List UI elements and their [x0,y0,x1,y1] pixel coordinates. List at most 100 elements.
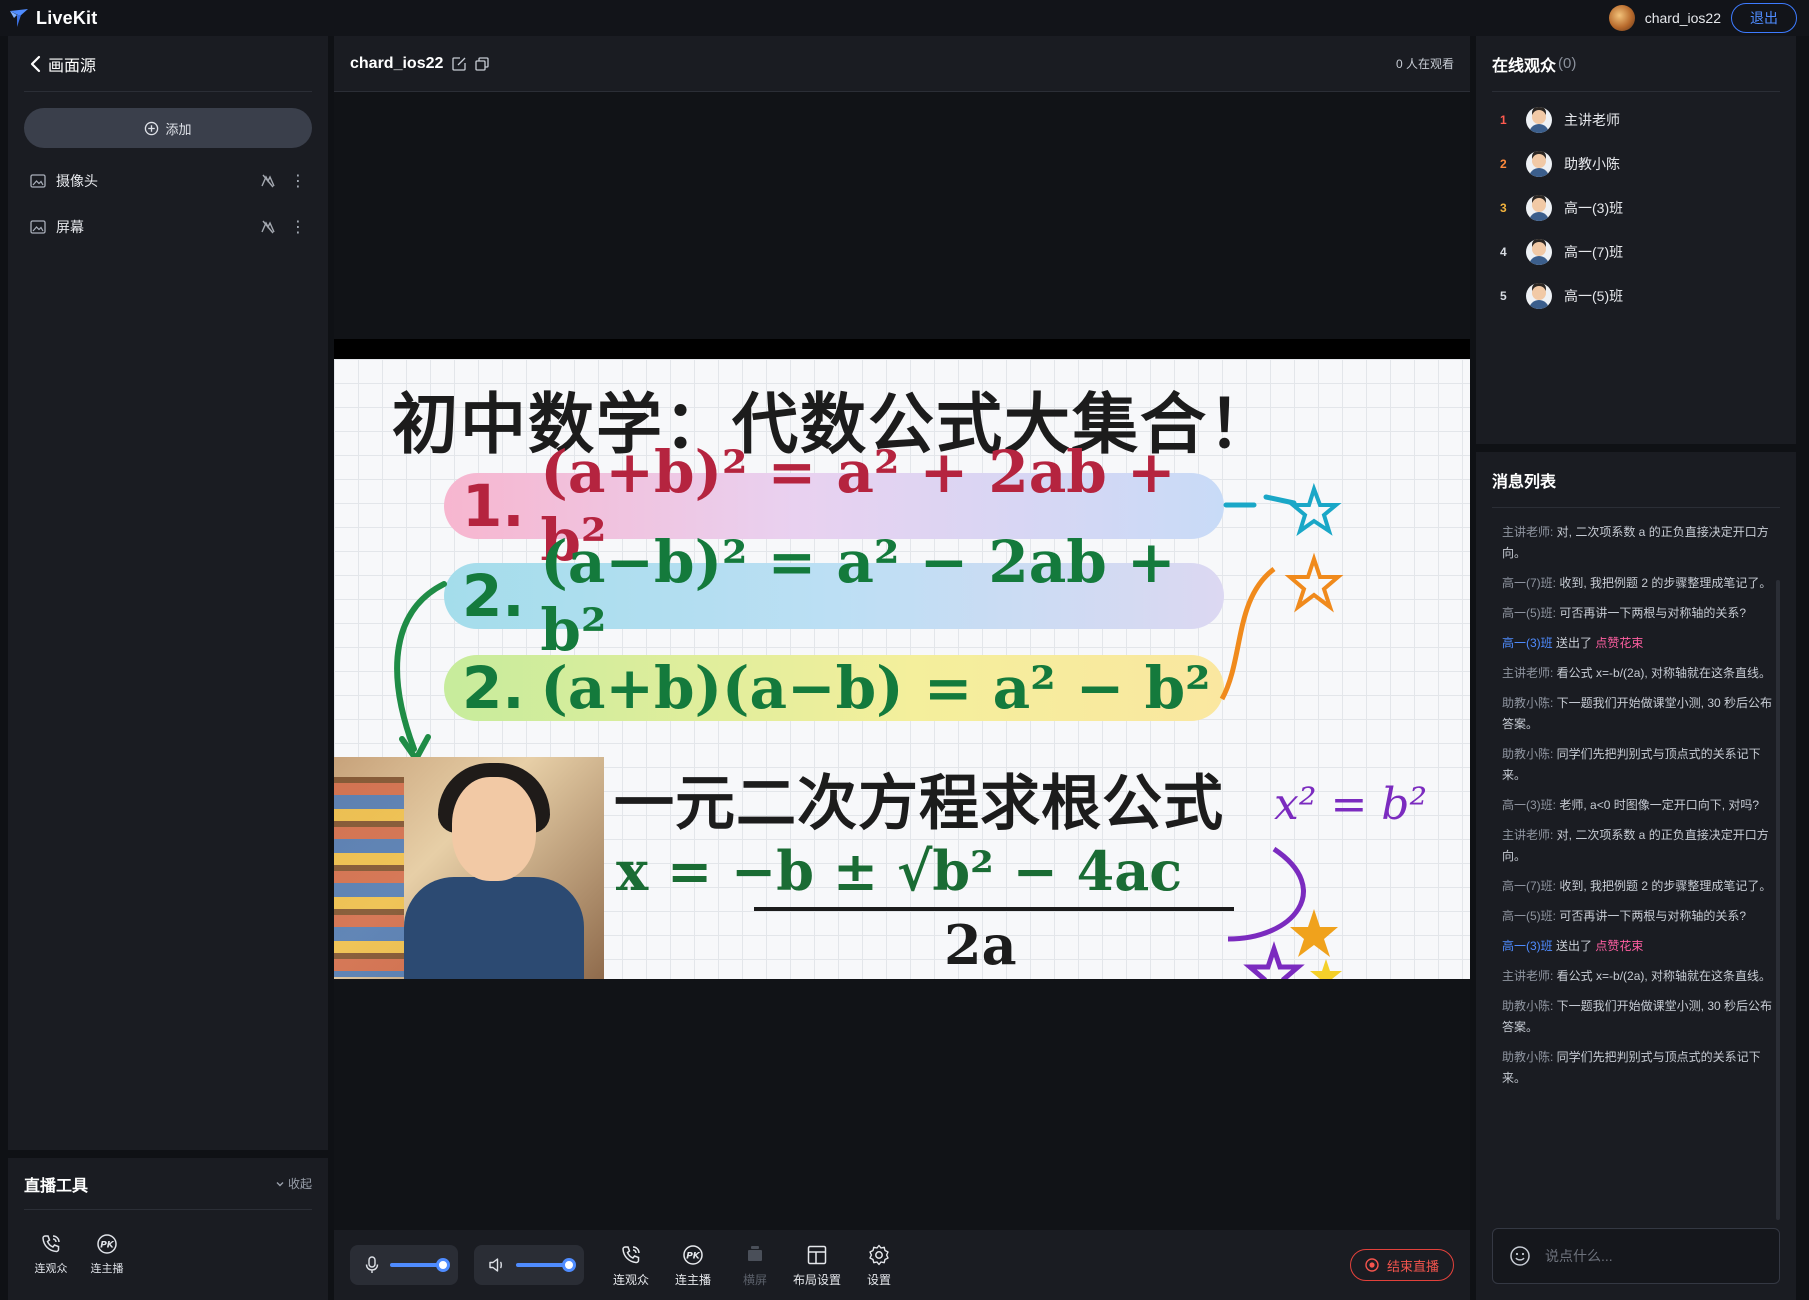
settings-button[interactable]: 设置 [848,1243,910,1288]
viewer-rank: 5 [1500,289,1507,303]
viewer-row[interactable]: 4 高一(7)班 [1492,230,1780,274]
quadratic-numerator: x = −b ± √b² − 4ac [616,839,1183,903]
layout-settings-button[interactable]: 布局设置 [786,1243,848,1288]
message-item: 主讲老师: 看公式 x=-b/(2a), 对称轴就在这条直线。 [1502,663,1780,684]
back-chevron-icon[interactable] [28,54,44,74]
pk-icon: PK [97,1234,117,1254]
connect-host-button[interactable]: PK 连主播 [662,1243,724,1288]
message-item: 助教小陈: 下一题我们开始做课堂小测, 30 秒后公布答案。 [1502,996,1780,1038]
mic-volume-slider[interactable] [390,1258,450,1272]
gift-message: 高一(3)班 送出了 点赞花束 [1502,936,1780,957]
viewers-header: 在线观众 (0) [1492,36,1780,92]
viewer-row[interactable]: 1 主讲老师 [1492,98,1780,142]
user-name: chard_ios22 [1644,10,1721,26]
message-sender: 高一(3)班: [1502,798,1557,812]
more-options-icon[interactable]: ⋮ [290,171,306,191]
copy-icon[interactable] [475,56,490,71]
viewers-title: 在线观众 [1492,57,1557,75]
sources-title: 画面源 [48,57,97,75]
live-tools-header: 直播工具 收起 [24,1158,312,1210]
logout-button[interactable]: 退出 [1731,3,1797,33]
speaker-control[interactable] [474,1245,584,1285]
message-item: 主讲老师: 对, 二次项系数 a 的正负直接决定开口方向。 [1502,825,1780,867]
message-item: 助教小陈: 同学们先把判别式与顶点式的关系记下来。 [1502,1047,1780,1089]
watching-count: 0 人在观看 [1395,57,1454,71]
source-item-camera[interactable]: 摄像头 ⋮ [24,158,312,204]
side-note: x² = b² [1274,779,1427,830]
svg-text:PK: PK [686,1251,701,1261]
message-item: 高一(7)班: 收到, 我把例题 2 的步骤整理成笔记了。 [1502,573,1780,594]
add-source-label: 添加 [165,121,192,137]
camera-overlay-teacher[interactable] [334,757,604,979]
chat-input[interactable] [1545,1248,1745,1264]
viewer-name: 高一(5)班 [1564,288,1624,304]
formula-text: (a+b)(a−b) = a² − b² [540,654,1211,722]
source-item-screen[interactable]: 屏幕 ⋮ [24,204,312,250]
visibility-off-icon[interactable] [260,219,276,235]
live-tools-row: 连观众 PK 连主播 [8,1210,328,1276]
end-live-label: 结束直播 [1386,1258,1439,1274]
teacher-face [452,777,536,881]
viewer-rank: 2 [1500,157,1507,171]
fraction-bar [754,907,1234,911]
speaker-icon[interactable] [488,1257,506,1273]
gift-sender: 高一(3)班 [1502,636,1553,650]
viewer-row[interactable]: 3 高一(3)班 [1492,186,1780,230]
top-bar: LiveKit chard_ios22 退出 [0,0,1809,36]
add-source-button[interactable]: 添加 [24,108,312,148]
source-label: 屏幕 [56,219,84,235]
connect-audience-button[interactable]: 连观众 [32,1232,70,1276]
message-text: 看公式 x=-b/(2a), 对称轴就在这条直线。 [1553,666,1772,680]
chat-input-box[interactable] [1492,1228,1780,1284]
message-text: 老师, a<0 时图像一定开口向下, 对吗? [1556,798,1760,812]
message-item: 主讲老师: 看公式 x=-b/(2a), 对称轴就在这条直线。 [1502,966,1780,987]
message-list[interactable]: 主讲老师: 对, 二次项系数 a 的正负直接决定开口方向。 高一(7)班: 收到… [1476,508,1796,1089]
user-avatar[interactable] [1608,5,1635,31]
visibility-off-icon[interactable] [260,173,276,189]
quadratic-denominator: 2a [944,913,1017,977]
toolbar-label: 布局设置 [792,1272,841,1287]
edit-icon[interactable] [451,56,467,72]
message-text: 可否再讲一下两根与对称轴的关系? [1556,606,1747,620]
connect-audience-button[interactable]: 连观众 [600,1243,662,1288]
chevron-down-icon [276,1181,284,1186]
stage-toolbar: 连观众 PK 连主播 横屏 布局设置 设置 结束直播 [334,1230,1470,1300]
toolbar-label: 横屏 [742,1272,767,1287]
speaker-volume-knob[interactable] [562,1258,576,1272]
microphone-icon[interactable] [364,1256,380,1274]
message-scrollbar[interactable] [1776,580,1780,1220]
messages-header: 消息列表 [1492,452,1780,508]
plus-circle-icon [145,121,159,135]
sources-header[interactable]: 画面源 [24,36,312,92]
gear-icon [869,1244,889,1265]
gift-name: 点赞花束 [1595,939,1644,953]
emoji-icon[interactable] [1509,1245,1531,1267]
user-area: chard_ios22 退出 [1608,3,1797,33]
gift-sender: 高一(3)班 [1502,939,1553,953]
viewer-row[interactable]: 5 高一(5)班 [1492,274,1780,318]
end-live-button[interactable]: 结束直播 [1349,1249,1454,1281]
mic-volume-knob[interactable] [436,1258,450,1272]
stage-header: chard_ios22 0 人在观看 [334,36,1470,92]
message-text: 看公式 x=-b/(2a), 对称轴就在这条直线。 [1553,969,1772,983]
collapse-button[interactable]: 收起 [275,1175,312,1192]
message-list-panel: 消息列表 主讲老师: 对, 二次项系数 a 的正负直接决定开口方向。 高一(7)… [1476,452,1796,1300]
formula-number: 1. [462,472,525,540]
green-arrow-doodle [394,581,447,765]
formula-text: (a−b)² = a² − 2ab + b² [540,528,1176,664]
gift-message: 高一(3)班 送出了 点赞花束 [1502,633,1780,654]
message-item: 高一(3)班: 老师, a<0 时图像一定开口向下, 对吗? [1502,795,1780,816]
live-tools-panel: 直播工具 收起 连观众 PK 连主播 [8,1158,328,1300]
svg-text:PK: PK [100,1241,115,1251]
viewer-row[interactable]: 2 助教小陈 [1492,142,1780,186]
slide-section-title: 一元二次方程求根公式 [614,770,1224,837]
phone-call-icon [622,1245,640,1263]
speaker-volume-slider[interactable] [516,1258,576,1272]
connect-host-button[interactable]: PK 连主播 [88,1232,126,1276]
gift-name: 点赞花束 [1595,636,1644,650]
message-sender: 助教小陈: [1502,696,1554,710]
more-options-icon[interactable]: ⋮ [290,217,306,237]
bookshelf [334,777,404,977]
viewer-name: 主讲老师 [1564,112,1620,128]
mic-control[interactable] [350,1245,458,1285]
